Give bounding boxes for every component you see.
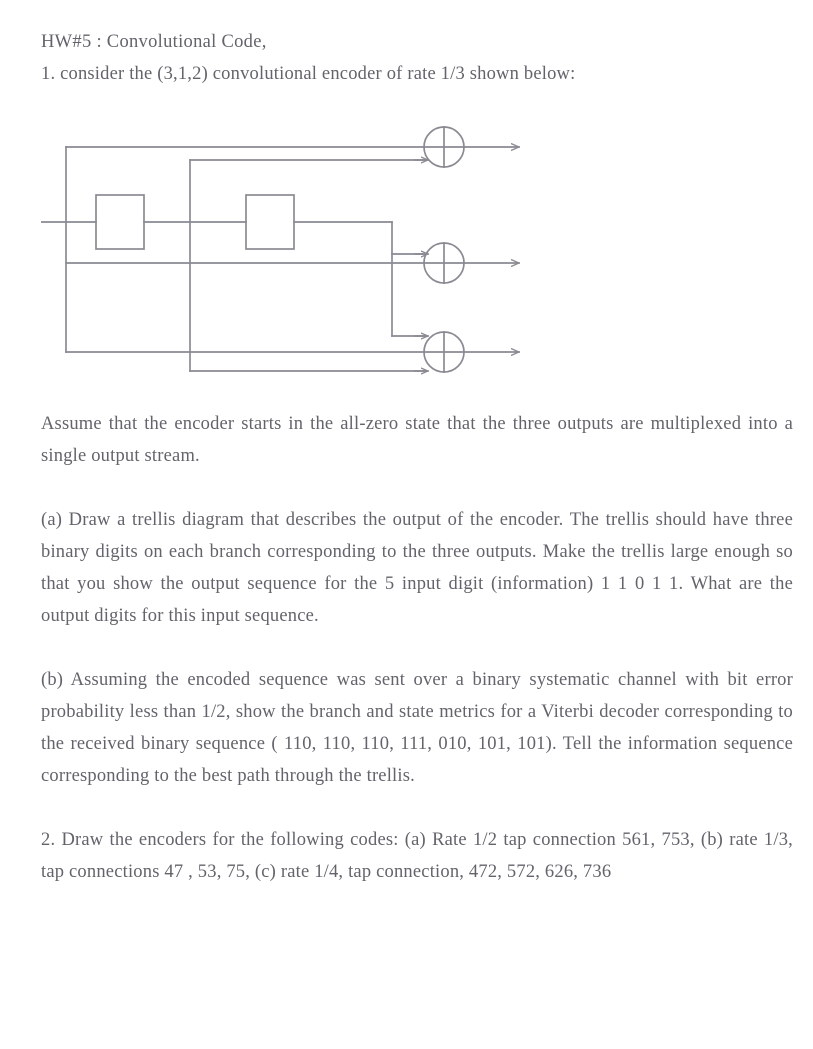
xor-adder-output-3: [423, 331, 465, 373]
spacer-before-figure: [41, 90, 793, 120]
intro-paragraph: 1. consider the (3,1,2) convolutional en…: [41, 64, 576, 84]
document-page: HW#5 : Convolutional Code, 1. consider t…: [0, 0, 813, 1049]
part-a-paragraph: (a) Draw a trellis diagram that describe…: [41, 510, 793, 626]
question-2-paragraph: 2. Draw the encoders for the following c…: [41, 830, 793, 882]
part-b-paragraph: (b) Assuming the encoded sequence was se…: [41, 670, 793, 786]
assume-paragraph: Assume that the encoder starts in the al…: [41, 414, 793, 466]
encoder-figure: [41, 120, 793, 408]
spacer-before-question-2: [41, 792, 793, 824]
xor-adder-output-1: [423, 126, 465, 168]
delay-box-2: [245, 194, 295, 250]
document-content: HW#5 : Convolutional Code, 1. consider t…: [41, 26, 793, 888]
spacer-before-part-a: [41, 472, 793, 504]
delay-box-1: [95, 194, 145, 250]
homework-title: HW#5 : Convolutional Code,: [41, 32, 267, 52]
spacer-before-part-b: [41, 632, 793, 664]
encoder-schematic-svg: [41, 126, 561, 408]
xor-adder-output-2: [423, 242, 465, 284]
